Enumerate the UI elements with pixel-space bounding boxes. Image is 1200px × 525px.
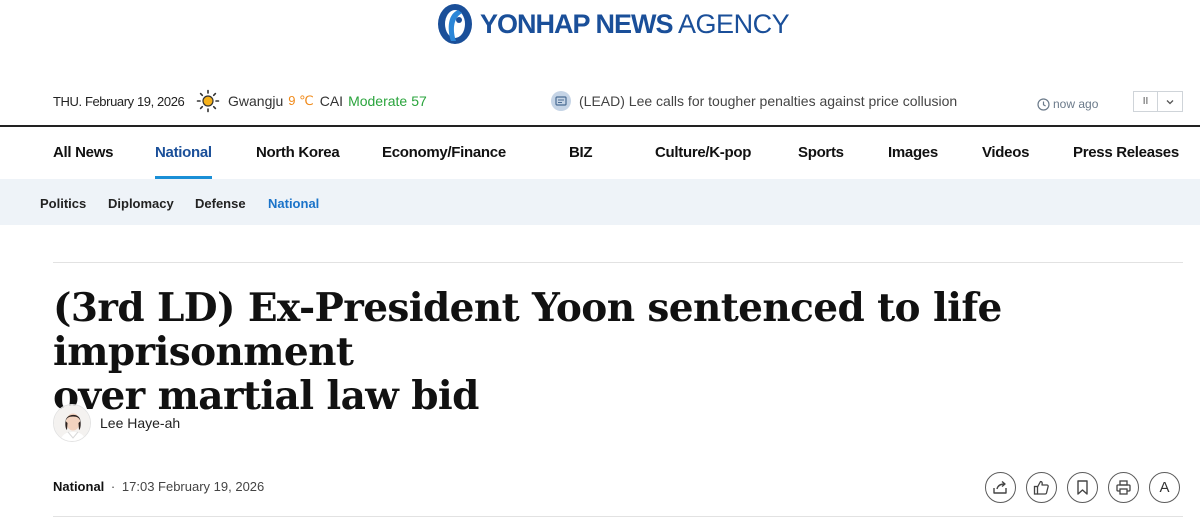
bookmark-icon [1077, 480, 1088, 495]
bookmark-button[interactable] [1067, 472, 1098, 503]
news-ticker[interactable]: (LEAD) Lee calls for tougher penalties a… [551, 91, 957, 111]
subnav-item-diplomacy[interactable]: Diplomacy [108, 196, 174, 211]
divider [53, 262, 1183, 263]
nav-item-biz[interactable]: BIZ [569, 144, 593, 161]
divider [53, 516, 1183, 517]
nav-item-sports[interactable]: Sports [798, 144, 844, 161]
weather-city: Gwangju [228, 93, 284, 109]
pause-button[interactable]: II [1133, 91, 1158, 112]
logo-light-text: AGENCY [678, 8, 790, 39]
author-name[interactable]: Lee Haye-ah [100, 415, 180, 431]
ticker-controls: II [1133, 91, 1183, 112]
article-timestamp: 17:03 February 19, 2026 [121, 479, 265, 494]
logo-bold-text: YONHAP NEWS [480, 8, 674, 39]
avatar [53, 404, 91, 442]
ticker-time-text: now ago [1053, 97, 1099, 111]
font-size-icon: A [1159, 479, 1170, 496]
sun-icon [196, 89, 220, 113]
like-button[interactable] [1026, 472, 1057, 503]
author-byline[interactable]: Lee Haye-ah [53, 404, 180, 442]
pause-icon: II [1142, 96, 1149, 107]
article-section[interactable]: National [53, 479, 104, 494]
headline-line-1: (3rd LD) Ex-President Yoon sentenced to … [53, 285, 1002, 375]
nav-item-north-korea[interactable]: North Korea [256, 144, 340, 161]
air-quality-value: 57 [411, 93, 427, 109]
sub-navigation: Politics Diplomacy Defense National [0, 179, 1200, 225]
ticker-timestamp: now ago [1037, 97, 1098, 111]
info-bar: THU. February 19, 2026 Gwangju 9 ℃ CAI M… [0, 86, 1200, 118]
nav-item-national[interactable]: National [155, 144, 212, 161]
nav-item-press-releases[interactable]: Press Releases [1073, 144, 1179, 161]
share-button[interactable] [985, 472, 1016, 503]
nav-item-images[interactable]: Images [888, 144, 938, 161]
main-navigation: All News National North Korea Economy/Fi… [0, 125, 1200, 179]
subnav-item-defense[interactable]: Defense [195, 196, 246, 211]
article-headline: (3rd LD) Ex-President Yoon sentenced to … [53, 286, 1183, 418]
article-actions: A [985, 472, 1180, 503]
news-icon [551, 91, 571, 111]
nav-item-culture-kpop[interactable]: Culture/K-pop [655, 144, 751, 161]
nav-item-economy-finance[interactable]: Economy/Finance [382, 144, 506, 161]
print-button[interactable] [1108, 472, 1139, 503]
weather-widget[interactable]: Gwangju 9 ℃ CAI Moderate 57 [196, 89, 427, 113]
weather-temperature: 9 ℃ [288, 93, 314, 108]
nav-item-videos[interactable]: Videos [982, 144, 1029, 161]
print-icon [1116, 480, 1131, 495]
current-date: THU. February 19, 2026 [53, 94, 185, 109]
subnav-item-national[interactable]: National [268, 196, 319, 211]
site-logo[interactable]: YONHAP NEWS AGENCY [436, 2, 790, 46]
share-icon [993, 480, 1007, 494]
subnav-item-politics[interactable]: Politics [40, 196, 86, 211]
clock-icon [1037, 97, 1050, 111]
meta-separator: · [110, 479, 116, 494]
ticker-headline[interactable]: (LEAD) Lee calls for tougher penalties a… [579, 93, 957, 109]
air-quality-status: Moderate [348, 93, 408, 109]
yonhap-logo-icon [438, 4, 472, 44]
font-size-button[interactable]: A [1149, 472, 1180, 503]
article-meta: National · 17:03 February 19, 2026 [53, 479, 264, 494]
logo-wordmark: YONHAP NEWS AGENCY [480, 8, 790, 40]
nav-item-all-news[interactable]: All News [53, 144, 113, 161]
next-button[interactable] [1158, 91, 1183, 112]
like-icon [1033, 480, 1049, 495]
air-quality-label: CAI [319, 93, 344, 109]
chevron-down-icon [1166, 99, 1174, 104]
